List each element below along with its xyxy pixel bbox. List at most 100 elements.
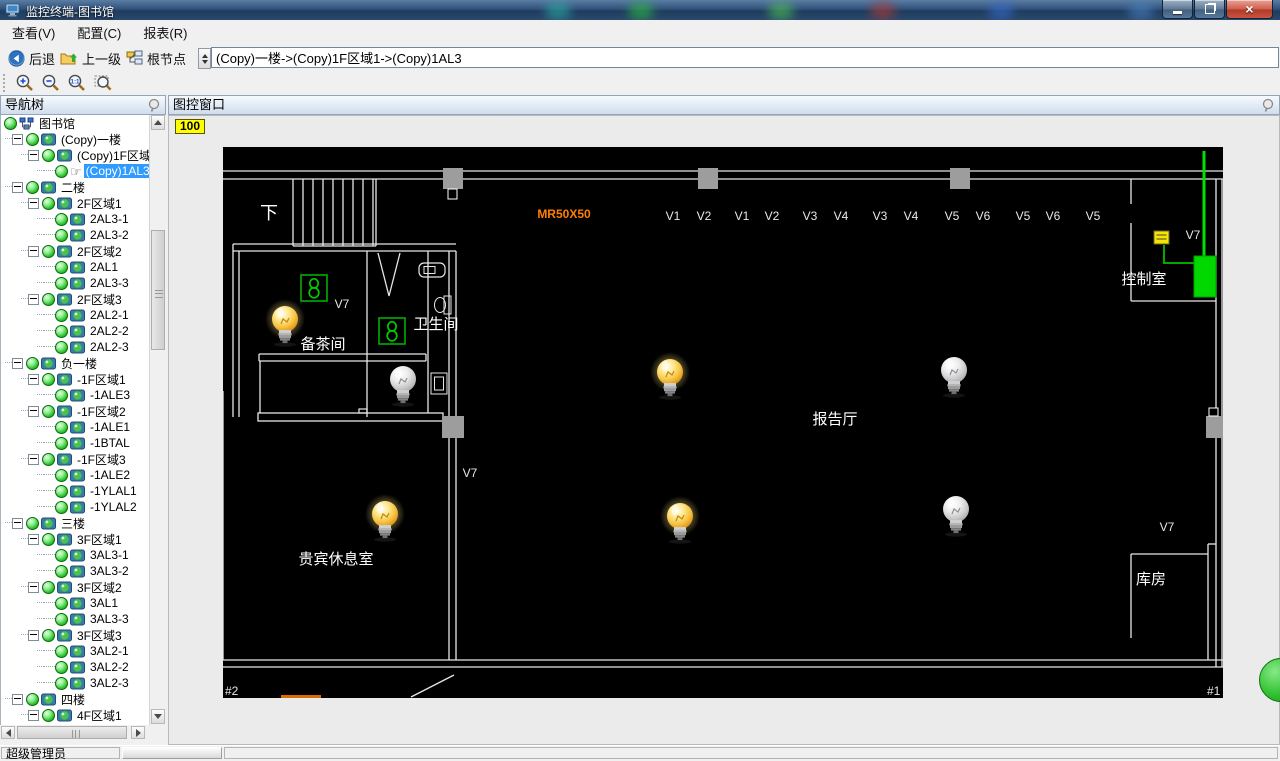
sensor-icon[interactable] [378, 317, 406, 345]
tree-item-2AL3-1[interactable]: 2AL3-1 [1, 211, 164, 227]
tree-item-3AL2-2[interactable]: 3AL2-2 [1, 659, 164, 675]
tree-item--1YLAL1[interactable]: -1YLAL1 [1, 483, 164, 499]
tree-item--1ALE2[interactable]: -1ALE2 [1, 467, 164, 483]
zoom-one-to-one-button[interactable]: 1:1 [64, 72, 90, 94]
nav-tree-horizontal-scrollbar[interactable] [0, 725, 165, 740]
tree-item--1F区域3[interactable]: -1F区域3 [1, 451, 164, 467]
expand-collapse-box[interactable] [28, 373, 39, 385]
tree-item-3F区域1[interactable]: 3F区域1 [1, 531, 164, 547]
nav-tree-vertical-scrollbar[interactable] [149, 115, 165, 725]
menu-item-config[interactable]: 配置(C) [67, 20, 131, 45]
tree-item-二楼[interactable]: 二楼 [1, 179, 164, 195]
tree-item-3AL3-3[interactable]: 3AL3-3 [1, 611, 164, 627]
expand-collapse-box[interactable] [28, 581, 39, 593]
expand-collapse-box[interactable] [12, 357, 23, 369]
floor-plan-canvas[interactable]: V1 V2 V1 V2 V3 V4 V3 V4 V5 V6 V5 V6 V5 下 MR50X50 V7 V7 V7… [223, 147, 1223, 698]
tree-item-(Copy)1F区域1[interactable]: (Copy)1F区域1 [1, 147, 164, 163]
zoom-fit-button[interactable] [90, 72, 116, 94]
toolbar-grip[interactable] [3, 73, 8, 92]
light-bulb-off[interactable] [943, 496, 969, 537]
tree-item-4F区域1[interactable]: 4F区域1 [1, 707, 164, 723]
menu-item-report[interactable]: 报表(R) [133, 20, 197, 45]
tree-item-label: 3AL3-1 [90, 548, 129, 562]
expand-collapse-box[interactable] [28, 629, 39, 641]
sensor-icon[interactable] [300, 274, 328, 302]
status-orb-icon [55, 228, 68, 242]
expand-collapse-box[interactable] [12, 133, 23, 145]
tree-item-三楼[interactable]: 三楼 [1, 515, 164, 531]
tree-item-3F区域2[interactable]: 3F区域2 [1, 579, 164, 595]
root-node-button[interactable]: 根节点 [122, 47, 190, 69]
path-dropdown-spinner[interactable] [198, 48, 211, 69]
light-bulb-on[interactable] [650, 352, 690, 400]
zoom-out-button[interactable] [38, 72, 64, 94]
tree-item-图书馆[interactable]: 图书馆 [1, 115, 164, 131]
tree-item-3AL1[interactable]: 3AL1 [1, 595, 164, 611]
tree-item-2AL2-3[interactable]: 2AL2-3 [1, 339, 164, 355]
scroll-right-button[interactable] [131, 726, 145, 739]
panel-magnifier-icon[interactable] [1261, 98, 1275, 113]
tree-item-3AL3-1[interactable]: 3AL3-1 [1, 547, 164, 563]
tree-item-3AL2-1[interactable]: 3AL2-1 [1, 643, 164, 659]
circuit-label: V1 [666, 209, 681, 223]
expand-collapse-box[interactable] [28, 453, 39, 465]
expand-collapse-box[interactable] [28, 533, 39, 545]
zoom-in-button[interactable] [12, 72, 38, 94]
tree-item-3AL2-3[interactable]: 3AL2-3 [1, 675, 164, 691]
menu-item-view[interactable]: 查看(V) [2, 20, 65, 45]
scroll-up-button[interactable] [151, 115, 165, 130]
expand-collapse-box[interactable] [28, 405, 39, 417]
panel-magnifier-icon[interactable] [147, 98, 161, 113]
tree-item-(Copy)1AL3[interactable]: ☞ (Copy)1AL3 [1, 163, 164, 179]
tree-item--1BTAL[interactable]: -1BTAL [1, 435, 164, 451]
tree-item-(Copy)一楼[interactable]: (Copy)一楼 [1, 131, 164, 147]
scroll-down-button[interactable] [151, 709, 165, 724]
tree-item-3AL3-2[interactable]: 3AL3-2 [1, 563, 164, 579]
nav-tree[interactable]: 图书馆 (Copy)一楼 (Copy)1F区域1 ☞ (Copy)1AL3 二楼 2F区域1… [0, 115, 165, 725]
tree-item--1YLAL2[interactable]: -1YLAL2 [1, 499, 164, 515]
tree-item--1ALE3[interactable]: -1ALE3 [1, 387, 164, 403]
light-bulb-on[interactable] [660, 496, 700, 544]
tree-item-四楼[interactable]: 四楼 [1, 691, 164, 707]
device-icon [57, 373, 72, 385]
tree-item-负一楼[interactable]: 负一楼 [1, 355, 164, 371]
tree-item--1F区域2[interactable]: -1F区域2 [1, 403, 164, 419]
tree-item-2AL1[interactable]: 2AL1 [1, 259, 164, 275]
tree-item-2F区域2[interactable]: 2F区域2 [1, 243, 164, 259]
scroll-left-button[interactable] [1, 726, 15, 739]
expand-collapse-box[interactable] [28, 245, 39, 257]
up-level-button[interactable]: 上一级 [56, 47, 125, 69]
expand-collapse-box[interactable] [12, 517, 23, 529]
expand-collapse-box[interactable] [28, 149, 39, 161]
tree-item-2AL2-1[interactable]: 2AL2-1 [1, 307, 164, 323]
tree-item-2AL3-3[interactable]: 2AL3-3 [1, 275, 164, 291]
tree-item-2AL3-2[interactable]: 2AL3-2 [1, 227, 164, 243]
expand-collapse-box[interactable] [12, 181, 23, 193]
path-input[interactable] [211, 47, 1279, 68]
expand-collapse-box[interactable] [28, 197, 39, 209]
tree-item-2AL2-2[interactable]: 2AL2-2 [1, 323, 164, 339]
device-icon [70, 309, 85, 321]
tree-item-3F区域3[interactable]: 3F区域3 [1, 627, 164, 643]
scroll-thumb[interactable] [151, 230, 165, 350]
site-icon [19, 117, 34, 129]
light-bulb-on[interactable] [365, 494, 405, 542]
status-orb-icon [26, 180, 39, 194]
tree-item--1F区域1[interactable]: -1F区域1 [1, 371, 164, 387]
minimize-button[interactable] [1162, 0, 1193, 19]
tree-item-2F区域1[interactable]: 2F区域1 [1, 195, 164, 211]
expand-collapse-box[interactable] [12, 693, 23, 705]
scroll-thumb[interactable] [17, 726, 127, 739]
back-button[interactable]: 后退 [4, 47, 59, 69]
light-bulb-on[interactable] [265, 299, 305, 347]
hand-pointer-icon: ☞ [70, 163, 82, 179]
tree-item-2F区域3[interactable]: 2F区域3 [1, 291, 164, 307]
restore-button[interactable] [1194, 0, 1225, 19]
tree-item--1ALE1[interactable]: -1ALE1 [1, 419, 164, 435]
close-button[interactable]: × [1226, 0, 1273, 19]
expand-collapse-box[interactable] [28, 293, 39, 305]
light-bulb-off[interactable] [390, 366, 416, 407]
expand-collapse-box[interactable] [28, 709, 39, 721]
light-bulb-off[interactable] [941, 357, 967, 398]
device-icon [70, 437, 85, 449]
